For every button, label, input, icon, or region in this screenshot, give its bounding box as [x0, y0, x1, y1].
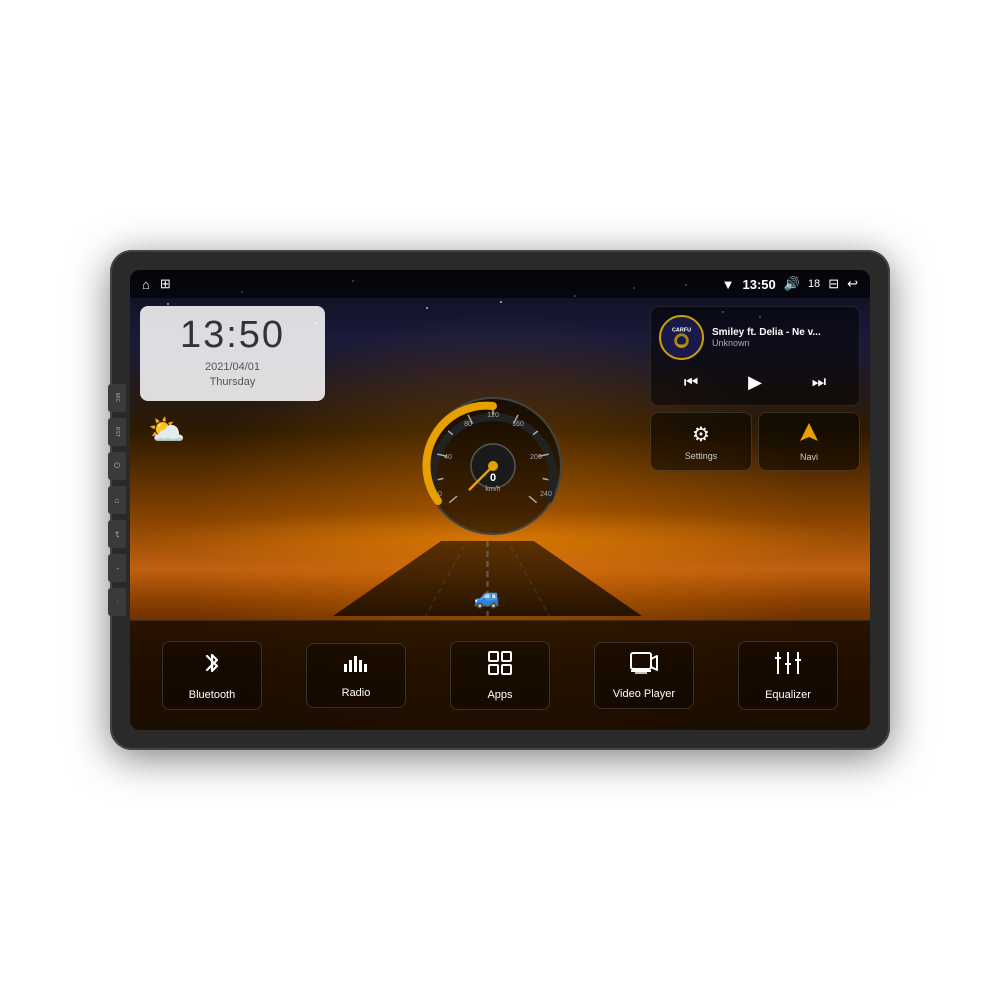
status-bar-right: ▼ 13:50 🔊 18 ⊟ ↩ [722, 276, 858, 292]
svg-text:0: 0 [438, 491, 442, 498]
clock-time: 13:50 [154, 316, 311, 354]
settings-icon: ⚙ [692, 422, 710, 447]
screen-icon: ⊟ [828, 276, 839, 292]
apps-label: Apps [487, 689, 512, 701]
left-panel: 13:50 2021/04/01 Thursday ⛅ [140, 306, 325, 616]
navi-icon [798, 421, 820, 448]
back-side-button[interactable]: ↩ [108, 520, 126, 548]
bluetooth-label: Bluetooth [189, 689, 235, 701]
apps-button[interactable]: Apps [450, 641, 550, 710]
svg-text:CARFU: CARFU [672, 328, 691, 334]
road-scene: 🚙 [333, 541, 642, 616]
status-bar-left: ⌂ ⊞ [142, 276, 171, 292]
settings-label: Settings [685, 451, 718, 461]
svg-text:40: 40 [444, 454, 452, 461]
svg-text:200: 200 [530, 454, 542, 461]
status-bar: ⌂ ⊞ ▼ 13:50 🔊 18 ⊟ ↩ [130, 270, 870, 298]
side-button-panel: MIC RST ⏻ ⌂ ↩ + - [108, 384, 126, 616]
music-controls: ⏮ ▶ ⏭ [659, 368, 851, 397]
clock-date-text: 2021/04/01 [205, 361, 260, 373]
right-panel: CARFU Smiley ft. Delia - Ne v... [650, 306, 860, 616]
svg-text:160: 160 [512, 421, 524, 428]
home-side-icon: ⌂ [113, 496, 122, 505]
bottom-bar: Bluetooth Radio [130, 620, 870, 730]
center-panel: 0 40 80 120 160 200 240 [333, 306, 642, 616]
weather-widget: ⛅ [140, 407, 325, 454]
equalizer-button[interactable]: Equalizer [738, 641, 838, 710]
weather-icon: ⛅ [148, 413, 185, 448]
svg-text:km/h: km/h [485, 486, 500, 493]
back-icon[interactable]: ↩ [847, 276, 858, 292]
video-player-button[interactable]: Video Player [594, 642, 694, 709]
music-top: CARFU Smiley ft. Delia - Ne v... [659, 315, 851, 360]
screen-bezel: ⌂ ⊞ ▼ 13:50 🔊 18 ⊟ ↩ 13:50 [130, 270, 870, 730]
power-icon: ⏻ [112, 462, 122, 470]
speedometer-svg: 0 40 80 120 160 200 240 [418, 391, 568, 541]
svg-text:0: 0 [489, 472, 495, 484]
home-side-button[interactable]: ⌂ [108, 486, 126, 514]
clock-widget: 13:50 2021/04/01 Thursday [140, 306, 325, 401]
music-logo: CARFU [659, 315, 704, 360]
content-area: 13:50 2021/04/01 Thursday ⛅ [130, 298, 870, 620]
mic-label: MIC [114, 393, 120, 402]
music-artist: Unknown [712, 338, 851, 348]
music-title: Smiley ft. Delia - Ne v... [712, 327, 851, 338]
back-side-icon: ↩ [113, 531, 122, 538]
svg-text:120: 120 [487, 412, 499, 419]
rst-button[interactable]: RST [108, 418, 126, 446]
vol-up-button[interactable]: + [108, 554, 126, 582]
vol-up-icon: + [114, 567, 120, 570]
vol-down-icon: - [114, 601, 120, 603]
radio-icon [342, 652, 370, 681]
speedometer-widget: 0 40 80 120 160 200 240 [418, 391, 558, 531]
equalizer-label: Equalizer [765, 689, 811, 701]
main-screen: ⌂ ⊞ ▼ 13:50 🔊 18 ⊟ ↩ 13:50 [130, 270, 870, 730]
video-player-label: Video Player [613, 688, 675, 700]
prev-button[interactable]: ⏮ [676, 370, 706, 396]
settings-button[interactable]: ⚙ Settings [650, 412, 752, 471]
volume-icon: 🔊 [784, 276, 800, 292]
apps-icon [487, 650, 513, 683]
menu-icon[interactable]: ⊞ [160, 276, 171, 292]
music-widget: CARFU Smiley ft. Delia - Ne v... [650, 306, 860, 406]
bluetooth-icon [199, 650, 225, 683]
home-icon[interactable]: ⌂ [142, 277, 150, 292]
music-info: Smiley ft. Delia - Ne v... Unknown [712, 327, 851, 348]
car-icon: 🚙 [474, 586, 501, 608]
navi-label: Navi [800, 452, 818, 462]
vol-down-button[interactable]: - [108, 588, 126, 616]
status-time: 13:50 [743, 277, 776, 292]
play-button[interactable]: ▶ [740, 368, 770, 397]
control-buttons: ⚙ Settings Navi [650, 412, 860, 471]
bluetooth-button[interactable]: Bluetooth [162, 641, 262, 710]
rst-label: RST [114, 427, 120, 437]
svg-text:80: 80 [464, 421, 472, 428]
clock-day: Thursday [210, 376, 256, 388]
next-button[interactable]: ⏭ [804, 370, 834, 396]
mic-button[interactable]: MIC [108, 384, 126, 412]
power-button[interactable]: ⏻ [108, 452, 126, 480]
svg-text:240: 240 [540, 491, 552, 498]
volume-level: 18 [808, 278, 820, 290]
video-player-icon [630, 651, 658, 682]
clock-date: 2021/04/01 Thursday [154, 360, 311, 391]
radio-button[interactable]: Radio [306, 643, 406, 708]
car-head-unit: MIC RST ⏻ ⌂ ↩ + - [110, 250, 890, 750]
radio-label: Radio [342, 687, 371, 699]
equalizer-icon [774, 650, 802, 683]
wifi-icon: ▼ [722, 277, 735, 292]
navi-button[interactable]: Navi [758, 412, 860, 471]
